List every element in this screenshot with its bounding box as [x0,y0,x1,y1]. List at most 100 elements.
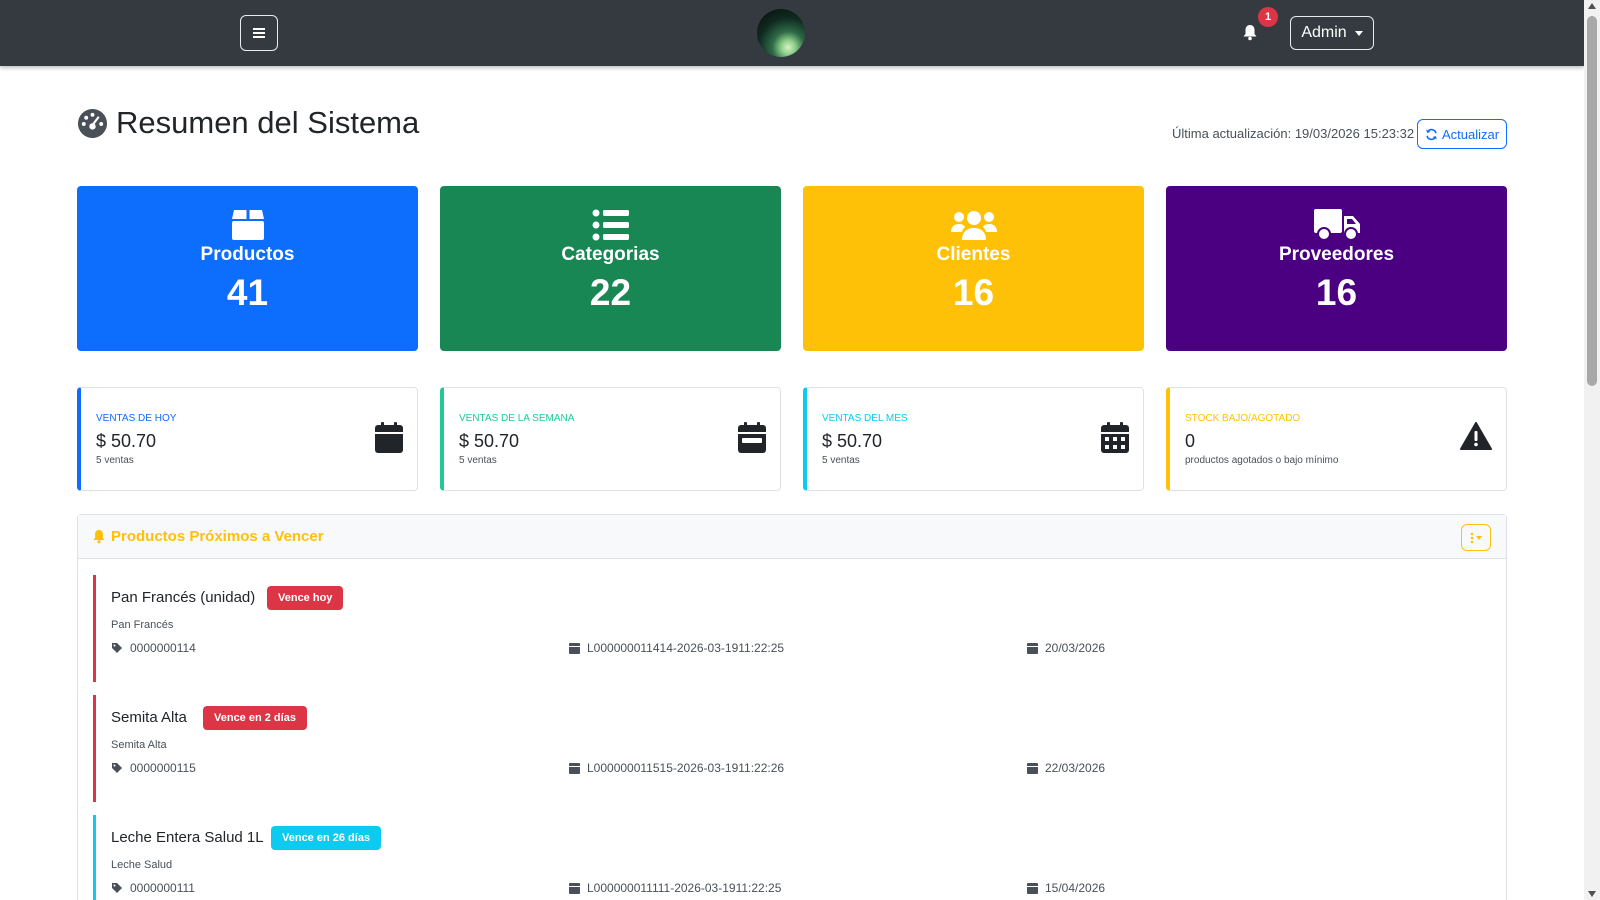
calendar-week-icon [738,422,766,453]
sales-card-month[interactable]: VENTAS DEL MES $ 50.70 5 ventas [803,387,1144,491]
stat-card-categorias[interactable]: Categorias 22 [440,186,781,351]
expiring-products-panel: Productos Próximos a Vencer Pan Francés … [77,514,1507,900]
product-code: 0000000111 [111,881,195,895]
product-brand: Pan Francés [111,619,174,631]
sales-subtext: 5 ventas [822,455,860,466]
notification-badge: 1 [1258,7,1278,27]
stat-label: Proveedores [1278,244,1395,265]
product-lot: L000000011515-2026-03-1911:22:26 [569,761,784,775]
date-value: 15/04/2026 [1045,881,1106,895]
calendar-icon [569,643,580,654]
sales-value: $ 50.70 [459,431,520,451]
expiry-date: 15/04/2026 [1027,881,1105,895]
product-name: Leche Entera Salud 1L [111,829,264,846]
stat-value: 22 [589,272,632,313]
calendar-icon [375,422,403,453]
top-navbar: 1 Admin [0,0,1584,66]
page-scrollbar[interactable] [1584,0,1600,900]
stat-card-proveedores[interactable]: Proveedores 16 [1166,186,1507,351]
expiring-item[interactable]: Pan Francés (unidad) Vence hoy Pan Franc… [93,575,1493,682]
product-name: Pan Francés (unidad) [111,589,256,606]
sales-label: VENTAS DE HOY [96,413,177,424]
code-value: 0000000115 [130,761,196,775]
lot-value: L000000011111-2026-03-1911:22:25 [587,881,782,895]
expiring-item[interactable]: Leche Entera Salud 1L Vence en 26 días L… [93,815,1493,900]
scroll-thumb[interactable] [1587,16,1597,386]
bell-icon [93,529,105,544]
date-value: 22/03/2026 [1045,761,1106,775]
product-name: Semita Alta [111,709,187,726]
calendar-icon [1027,643,1038,654]
sales-label: STOCK BAJO/AGOTADO [1185,413,1301,424]
menu-toggle-button[interactable] [240,15,278,51]
sales-subtext: 5 ventas [459,455,497,466]
expiry-date: 20/03/2026 [1027,641,1105,655]
last-update-text: Última actualización: 19/03/2026 15:23:3… [1172,126,1415,141]
lot-value: L000000011414-2026-03-1911:22:25 [587,641,785,655]
calendar-icon [1027,883,1038,894]
warning-icon [1460,422,1492,450]
code-value: 0000000114 [130,641,196,655]
calendar-icon [569,883,580,894]
sales-value: 0 [1185,431,1196,451]
hamburger-icon [253,28,265,38]
truck-icon [1313,209,1360,241]
sales-label: VENTAS DE LA SEMANA [459,413,575,424]
sales-value: $ 50.70 [822,431,883,451]
stat-value: 41 [226,272,269,313]
sales-card-today[interactable]: VENTAS DE HOY $ 50.70 5 ventas [77,387,418,491]
app-logo[interactable] [757,9,805,57]
product-code: 0000000114 [111,641,196,655]
stat-card-clientes[interactable]: Clientes 16 [803,186,1144,351]
refresh-button[interactable]: Actualizar [1417,119,1507,149]
expiry-date: 22/03/2026 [1027,761,1105,775]
product-brand: Leche Salud [111,859,173,871]
calendar-days-icon [1101,422,1129,453]
lot-value: L000000011515-2026-03-1911:22:26 [587,761,785,775]
sales-label: VENTAS DEL MES [822,413,908,424]
product-brand: Semita Alta [111,739,167,751]
notifications-button[interactable] [1238,20,1262,44]
stat-label: Productos [200,244,295,265]
caret-down-icon [1354,30,1363,36]
page-title: Resumen del Sistema [116,105,420,140]
panel-options-button[interactable] [1461,524,1491,551]
sales-value: $ 50.70 [96,431,157,451]
product-code: 0000000115 [111,761,196,775]
tag-icon [112,643,122,653]
calendar-icon [569,763,580,774]
ellipsis-vertical-icon [1470,532,1474,543]
expiry-badge: Vence en 26 días [271,826,382,850]
expiry-badge: Vence en 2 días [203,706,307,730]
stock-alert-card[interactable]: STOCK BAJO/AGOTADO 0 productos agotados … [1166,387,1507,491]
page-header: Resumen del Sistema [77,105,419,141]
sales-subtext: 5 ventas [96,455,134,466]
stat-card-productos[interactable]: Productos 41 [77,186,418,351]
stat-label: Categorias [561,244,660,265]
user-dropdown[interactable]: Admin [1290,16,1374,50]
expiring-item[interactable]: Semita Alta Vence en 2 días Semita Alta … [93,695,1493,802]
box-icon [231,210,264,240]
code-value: 0000000111 [130,881,195,895]
sales-subtext: productos agotados o bajo mínimo [1185,455,1339,466]
date-value: 20/03/2026 [1045,641,1106,655]
expiry-badge: Vence hoy [267,586,344,610]
dashboard-gauge-icon [77,108,108,138]
calendar-icon [1027,763,1038,774]
sync-icon [1426,128,1437,140]
caret-down-icon [1476,535,1482,540]
list-icon [592,209,629,241]
product-lot: L000000011111-2026-03-1911:22:25 [569,881,781,895]
stat-value: 16 [952,272,995,313]
sales-card-week[interactable]: VENTAS DE LA SEMANA $ 50.70 5 ventas [440,387,781,491]
stat-label: Clientes [936,244,1011,265]
scroll-up-arrow-icon[interactable] [1588,3,1596,9]
user-label: Admin [1301,24,1347,41]
panel-title: Productos Próximos a Vencer [111,528,324,545]
scroll-down-arrow-icon[interactable] [1588,891,1596,897]
tag-icon [112,883,122,893]
product-lot: L000000011414-2026-03-1911:22:25 [569,641,784,655]
users-icon [950,211,997,240]
stat-value: 16 [1315,272,1358,313]
panel-header: Productos Próximos a Vencer [78,515,1506,559]
